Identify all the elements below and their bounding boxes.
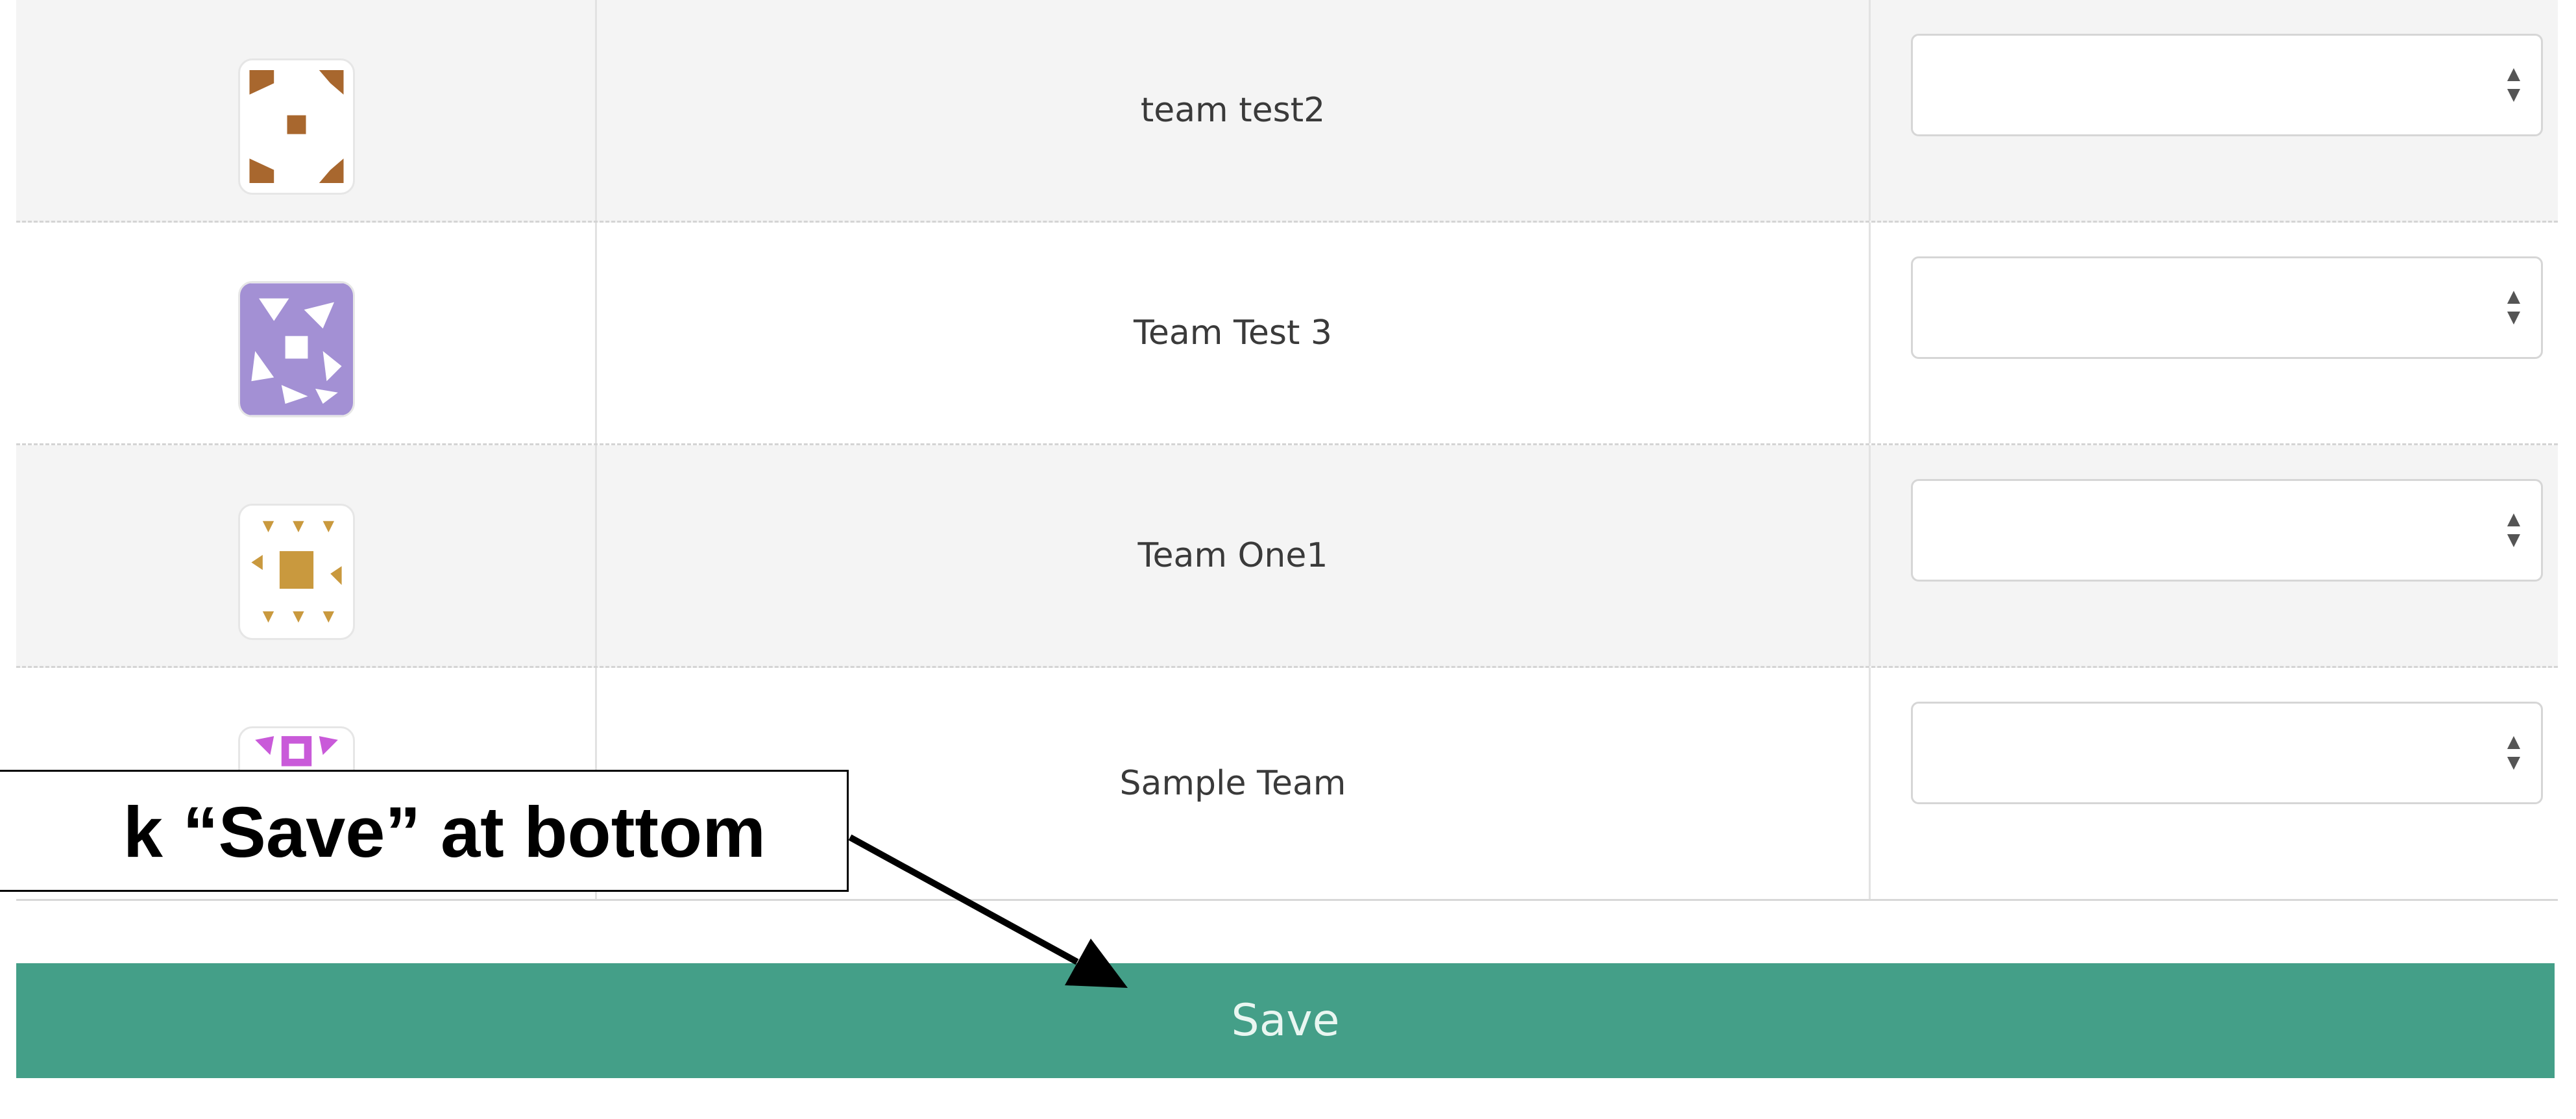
team-name: team test2: [597, 0, 1871, 221]
select-arrows-icon: [2507, 736, 2520, 770]
select-arrows-icon: [2507, 513, 2520, 547]
team-avatar-brown: [238, 58, 355, 195]
team-role-select[interactable]: [1911, 702, 2543, 804]
team-select-cell: [1871, 223, 2558, 443]
team-role-select[interactable]: [1911, 34, 2543, 136]
save-button[interactable]: Save: [16, 963, 2555, 1078]
team-name: Team One1: [597, 445, 1871, 666]
table-row: team test2: [16, 0, 2558, 223]
team-select-cell: [1871, 668, 2558, 899]
team-name: Team Test 3: [597, 223, 1871, 443]
team-select-cell: [1871, 445, 2558, 666]
team-select-cell: [1871, 0, 2558, 221]
table-row: Team Test 3: [16, 223, 2558, 445]
table-row: Team One1: [16, 445, 2558, 668]
annotation-callout: k “Save” at bottom: [0, 770, 849, 892]
select-arrows-icon: [2507, 291, 2520, 325]
team-role-select[interactable]: [1911, 479, 2543, 582]
team-avatar-cell: [16, 0, 597, 221]
team-avatar-gold: [238, 504, 355, 640]
team-avatar-purple: [238, 281, 355, 417]
teams-table: team test2 Team Test 3 Team One1 Sample …: [16, 0, 2558, 901]
team-role-select[interactable]: [1911, 256, 2543, 359]
identicon-gold-icon: [251, 521, 342, 623]
annotation-text: k “Save” at bottom: [123, 793, 766, 872]
team-avatar-cell: [16, 445, 597, 666]
select-arrows-icon: [2507, 68, 2520, 102]
team-avatar-cell: [16, 223, 597, 443]
identicon-brown-icon: [249, 70, 344, 183]
identicon-purple-icon: [240, 283, 353, 415]
